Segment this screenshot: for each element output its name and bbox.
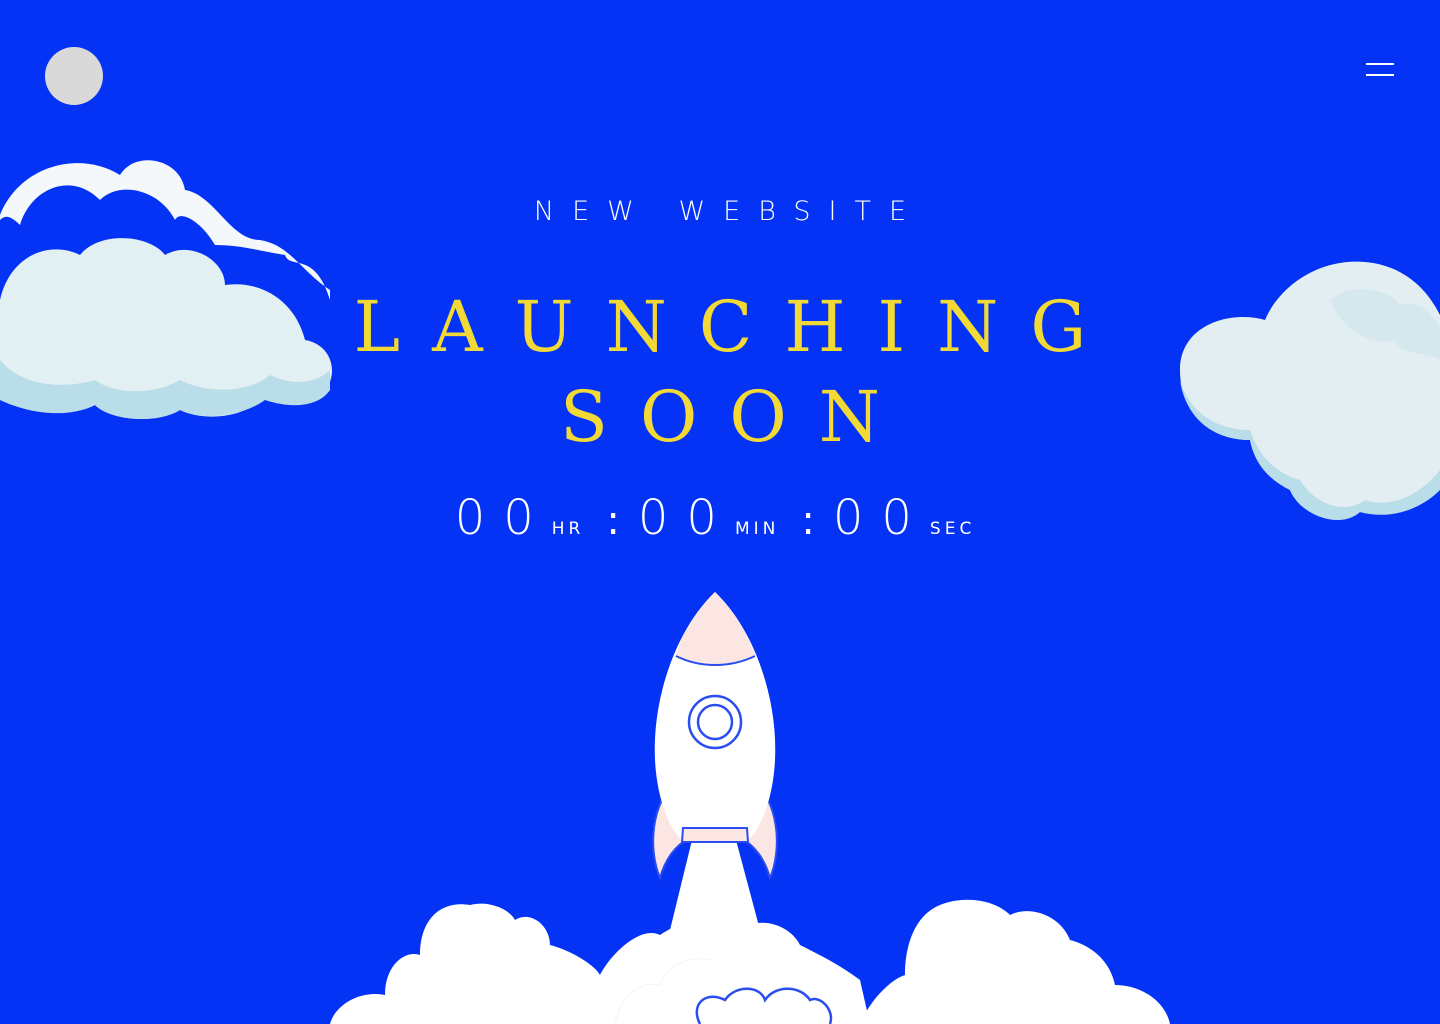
countdown-minutes-label: MIN — [734, 519, 780, 539]
menu-bar-top — [1366, 63, 1394, 65]
launch-smoke — [330, 899, 1170, 1024]
headline-line2: SOON — [560, 376, 912, 458]
logo[interactable] — [45, 47, 103, 105]
countdown-seconds: 00 — [832, 490, 930, 546]
countdown-separator: : — [606, 498, 620, 544]
rocket — [652, 592, 778, 930]
menu-bar-bottom — [1366, 74, 1394, 76]
countdown-hours: 00 — [454, 490, 552, 546]
countdown-separator: : — [801, 498, 815, 544]
countdown-seconds-label: SEC — [929, 519, 976, 539]
headline-line1: LAUNCHING — [353, 286, 1119, 368]
hamburger-menu-icon[interactable] — [1364, 58, 1396, 82]
eyebrow-text: NEW WEBSITE — [533, 196, 925, 227]
countdown: 00 HR : 00 MIN : 00 SEC — [0, 490, 1440, 546]
countdown-hours-label: HR — [551, 519, 585, 539]
countdown-minutes: 00 — [637, 490, 735, 546]
